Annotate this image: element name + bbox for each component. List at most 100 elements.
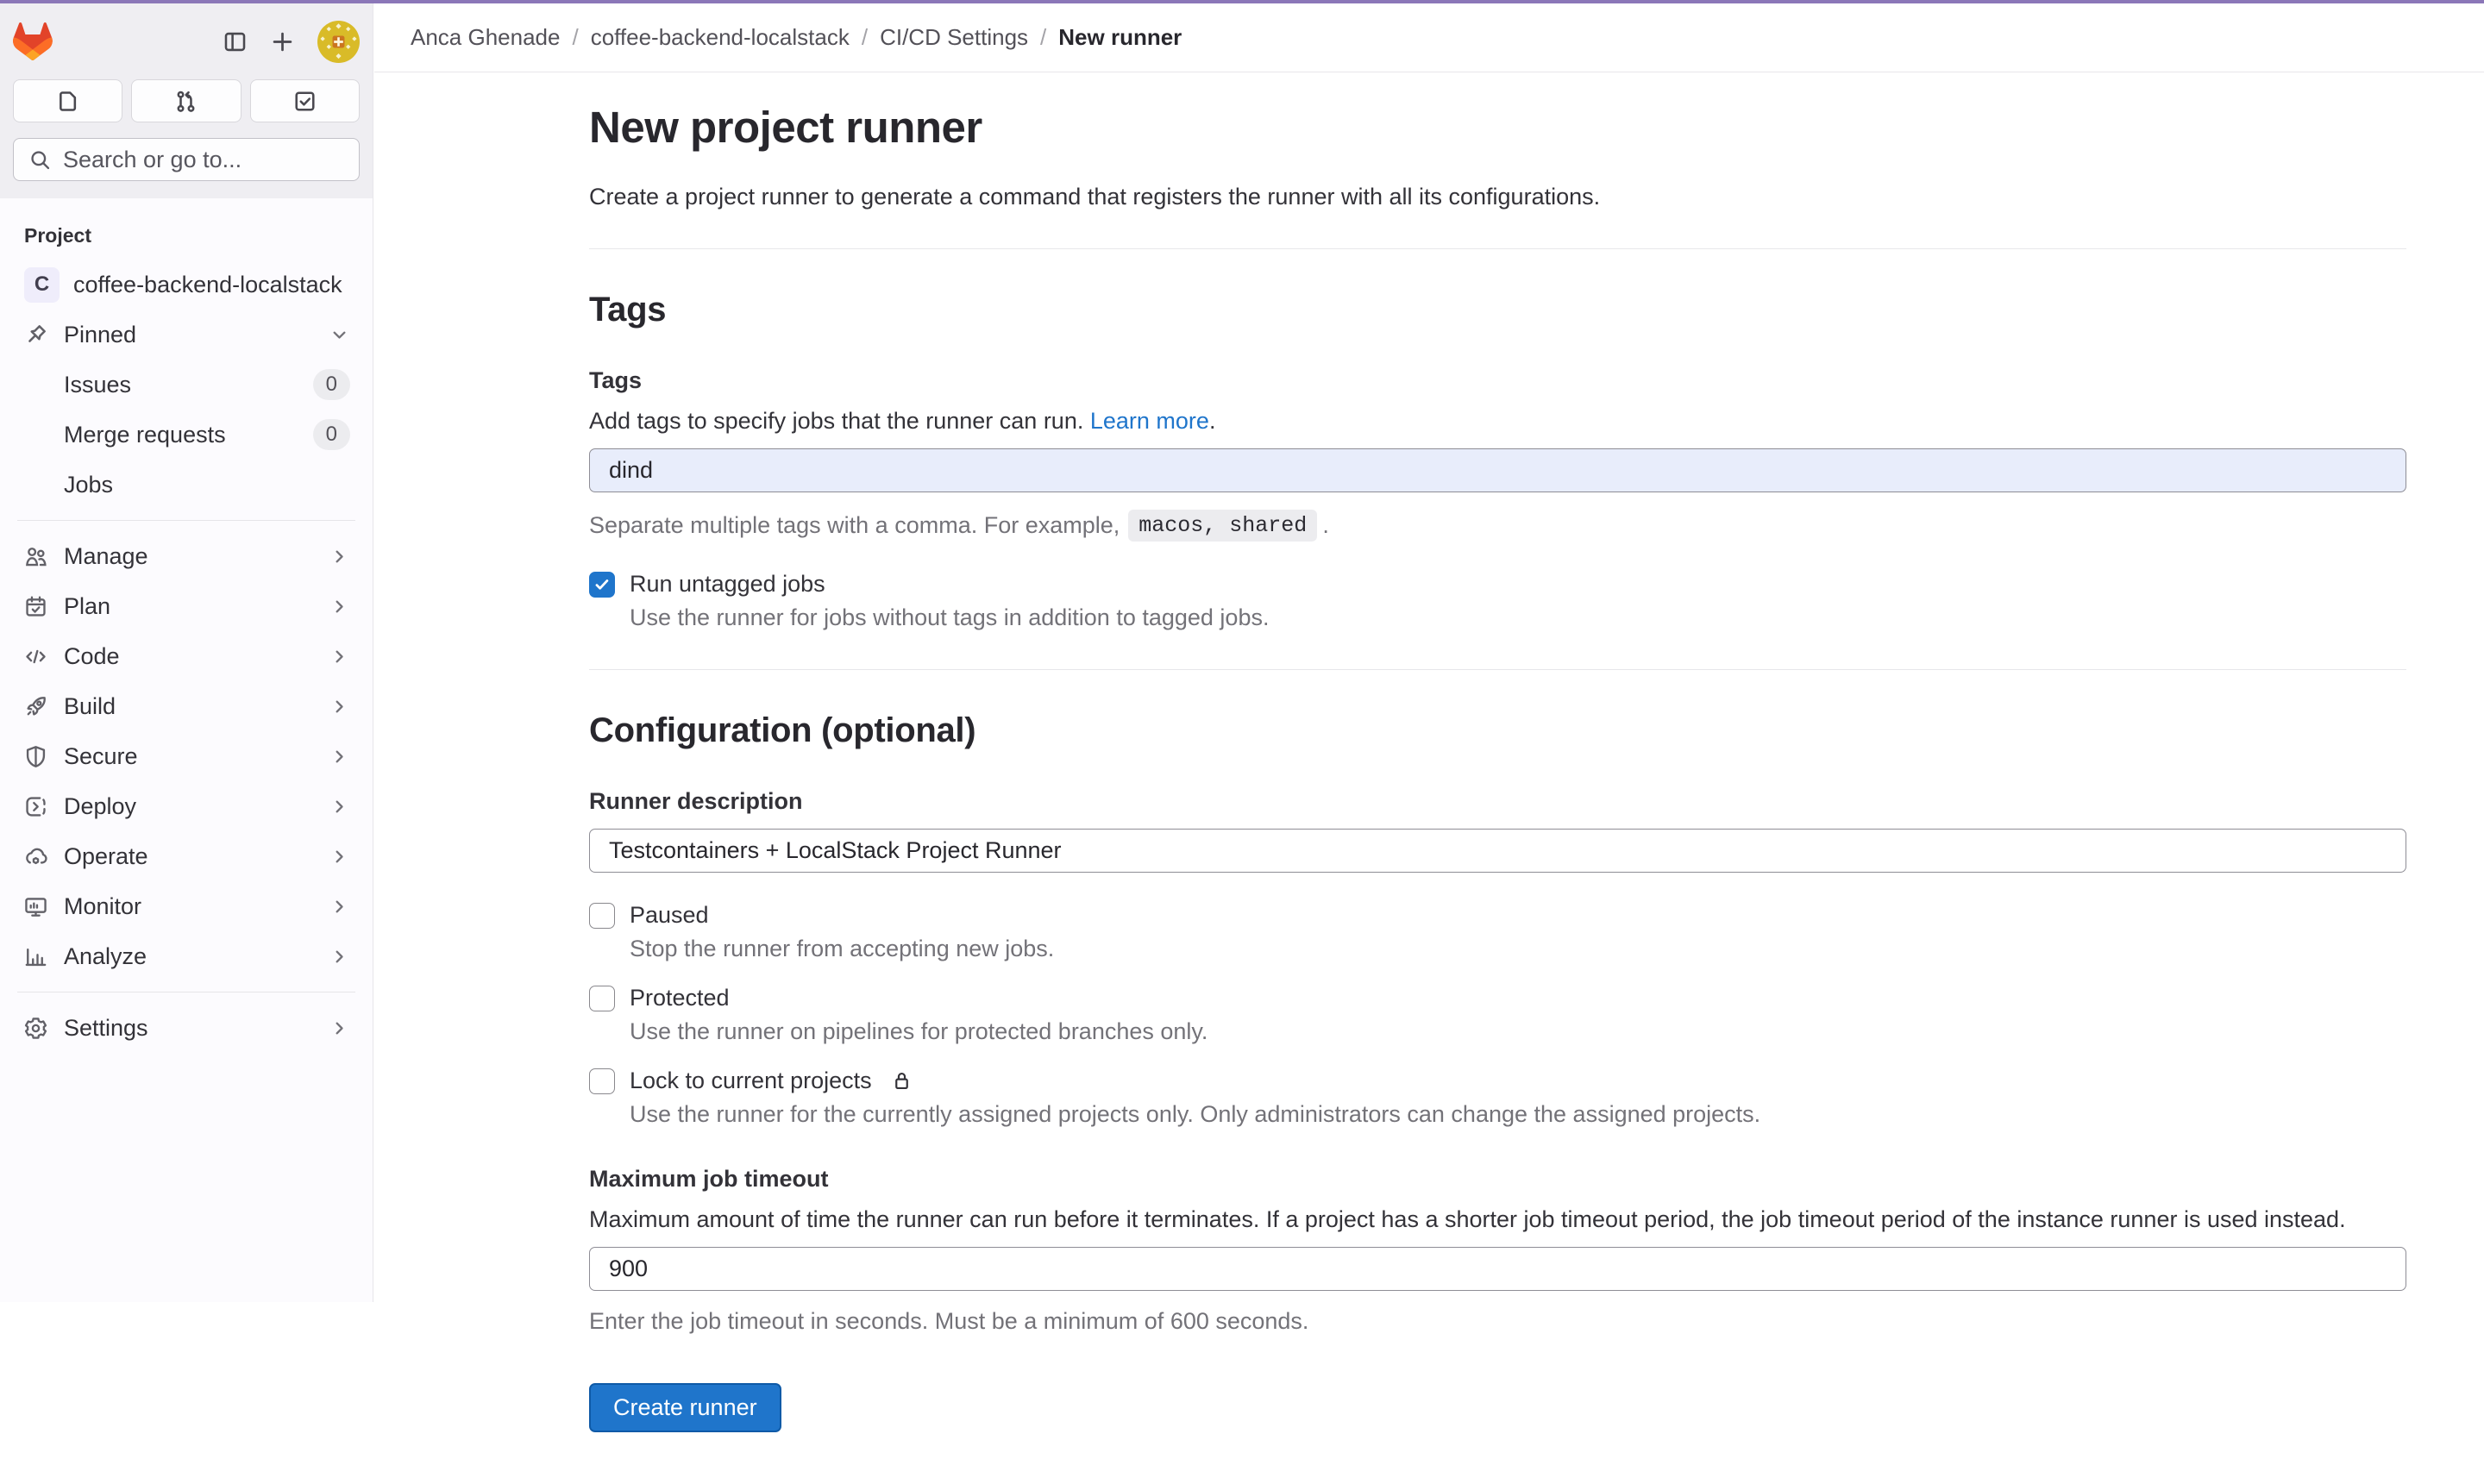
sidebar-item-settings[interactable]: Settings [7, 1003, 366, 1053]
runner-description-label: Runner description [589, 788, 2406, 815]
sidebar-item-monitor[interactable]: Monitor [7, 881, 366, 931]
tags-help-text: Add tags to specify jobs that the runner… [589, 408, 1083, 434]
issues-label: Issues [64, 372, 131, 398]
gitlab-logo[interactable] [13, 22, 53, 60]
protected-description: Use the runner on pipelines for protecte… [630, 1018, 2406, 1045]
sidebar-item-issues[interactable]: Issues 0 [7, 360, 366, 410]
shortcut-merge-requests-button[interactable] [131, 79, 241, 122]
settings-label: Settings [64, 1015, 148, 1042]
configuration-section-heading: Configuration (optional) [589, 711, 2406, 750]
search-placeholder: Search or go to... [63, 147, 242, 173]
avatar-identicon [317, 21, 360, 63]
pinned-label: Pinned [64, 322, 136, 348]
tags-hint-code: macos, shared [1128, 510, 1317, 542]
timeout-input[interactable] [589, 1247, 2406, 1291]
tags-field-label: Tags [589, 367, 2406, 394]
chevron-right-icon [329, 946, 350, 967]
monitor-icon [22, 894, 48, 919]
sidebar-item-pinned[interactable]: Pinned [7, 310, 366, 360]
lock-projects-description: Use the runner for the currently assigne… [630, 1101, 2406, 1128]
main-area: Anca Ghenade / coffee-backend-localstack… [374, 3, 2484, 1302]
shortcut-issues-button[interactable] [13, 79, 122, 122]
sidebar-item-project[interactable]: C coffee-backend-localstack [7, 260, 366, 310]
chevron-right-icon [329, 796, 350, 817]
timeout-hint: Enter the job timeout in seconds. Must b… [589, 1308, 2406, 1335]
shortcut-todos-button[interactable] [250, 79, 360, 122]
sidebar-toggle-button[interactable] [217, 24, 253, 59]
code-label: Code [64, 643, 120, 670]
check-icon [593, 575, 612, 594]
paused-label: Paused [630, 902, 709, 929]
check-icon [593, 989, 612, 1008]
lock-projects-group: Lock to current projects Use the runner … [589, 1068, 2406, 1128]
shield-icon [22, 744, 48, 769]
users-icon [22, 544, 48, 569]
chevron-right-icon [329, 746, 350, 767]
sidebar-item-build[interactable]: Build [7, 681, 366, 731]
breadcrumb-separator: / [572, 24, 578, 51]
runner-description-input[interactable] [589, 829, 2406, 873]
page-intro: Create a project runner to generate a co… [589, 184, 2406, 210]
sidebar-shortcuts [13, 79, 360, 122]
create-new-button[interactable] [265, 24, 300, 59]
sidebar-item-secure[interactable]: Secure [7, 731, 366, 781]
protected-group: Protected Use the runner on pipelines fo… [589, 985, 2406, 1045]
cloud-pod-icon [22, 844, 48, 869]
pin-icon [22, 322, 48, 348]
tags-help-period: . [1209, 408, 1216, 434]
sidebar-item-operate[interactable]: Operate [7, 831, 366, 881]
sidebar-item-jobs[interactable]: Jobs [7, 460, 366, 510]
breadcrumb-project[interactable]: coffee-backend-localstack [591, 24, 850, 51]
issues-count-badge: 0 [313, 369, 350, 400]
sidebar-item-analyze[interactable]: Analyze [7, 931, 366, 981]
sidebar-item-deploy[interactable]: Deploy [7, 781, 366, 831]
breadcrumb-cicd-settings[interactable]: CI/CD Settings [880, 24, 1028, 51]
protected-checkbox[interactable] [589, 986, 615, 1011]
run-untagged-description: Use the runner for jobs without tags in … [630, 604, 2406, 631]
monitor-label: Monitor [64, 893, 141, 920]
breadcrumb-user[interactable]: Anca Ghenade [411, 24, 560, 51]
nav-divider [17, 520, 355, 521]
issues-icon [55, 89, 80, 114]
run-untagged-group: Run untagged jobs Use the runner for job… [589, 571, 2406, 631]
run-untagged-checkbox[interactable] [589, 572, 615, 598]
sidebar-item-merge-requests[interactable]: Merge requests 0 [7, 410, 366, 460]
tags-field-help: Add tags to specify jobs that the runner… [589, 408, 2406, 435]
section-divider [589, 669, 2406, 670]
sidebar-item-manage[interactable]: Manage [7, 531, 366, 581]
user-avatar[interactable] [317, 21, 360, 63]
search-input[interactable]: Search or go to... [13, 138, 360, 181]
check-icon [593, 906, 612, 925]
sidebar-item-plan[interactable]: Plan [7, 581, 366, 631]
breadcrumb-separator: / [862, 24, 868, 51]
build-label: Build [64, 693, 116, 720]
secure-label: Secure [64, 743, 138, 770]
tags-section-heading: Tags [589, 291, 2406, 329]
new-runner-form: New project runner Create a project runn… [589, 72, 2406, 1484]
jobs-label: Jobs [64, 472, 113, 498]
learn-more-link[interactable]: Learn more [1090, 408, 1209, 434]
paused-checkbox[interactable] [589, 903, 615, 929]
lock-projects-checkbox[interactable] [589, 1068, 615, 1094]
sidebar-item-code[interactable]: Code [7, 631, 366, 681]
chevron-right-icon [329, 596, 350, 617]
page-title: New project runner [589, 102, 2406, 153]
run-untagged-row: Run untagged jobs [589, 571, 2406, 598]
paused-description: Stop the runner from accepting new jobs. [630, 936, 2406, 962]
chevron-down-icon [329, 324, 350, 346]
lock-projects-label: Lock to current projects [630, 1068, 872, 1094]
chevron-right-icon [329, 896, 350, 917]
chevron-right-icon [329, 696, 350, 717]
plus-icon [270, 29, 295, 54]
deploy-icon [22, 794, 48, 819]
create-runner-button[interactable]: Create runner [589, 1383, 781, 1432]
gear-icon [22, 1016, 48, 1041]
sidebar-nav: Project C coffee-backend-localstack Pinn… [0, 198, 373, 1070]
chevron-right-icon [329, 646, 350, 667]
sidebar-toggle-icon [223, 29, 248, 54]
top-accent-bar [0, 0, 2484, 3]
protected-label: Protected [630, 985, 730, 1011]
tags-input[interactable] [589, 448, 2406, 492]
lock-icon [890, 1069, 913, 1093]
section-divider [589, 248, 2406, 249]
